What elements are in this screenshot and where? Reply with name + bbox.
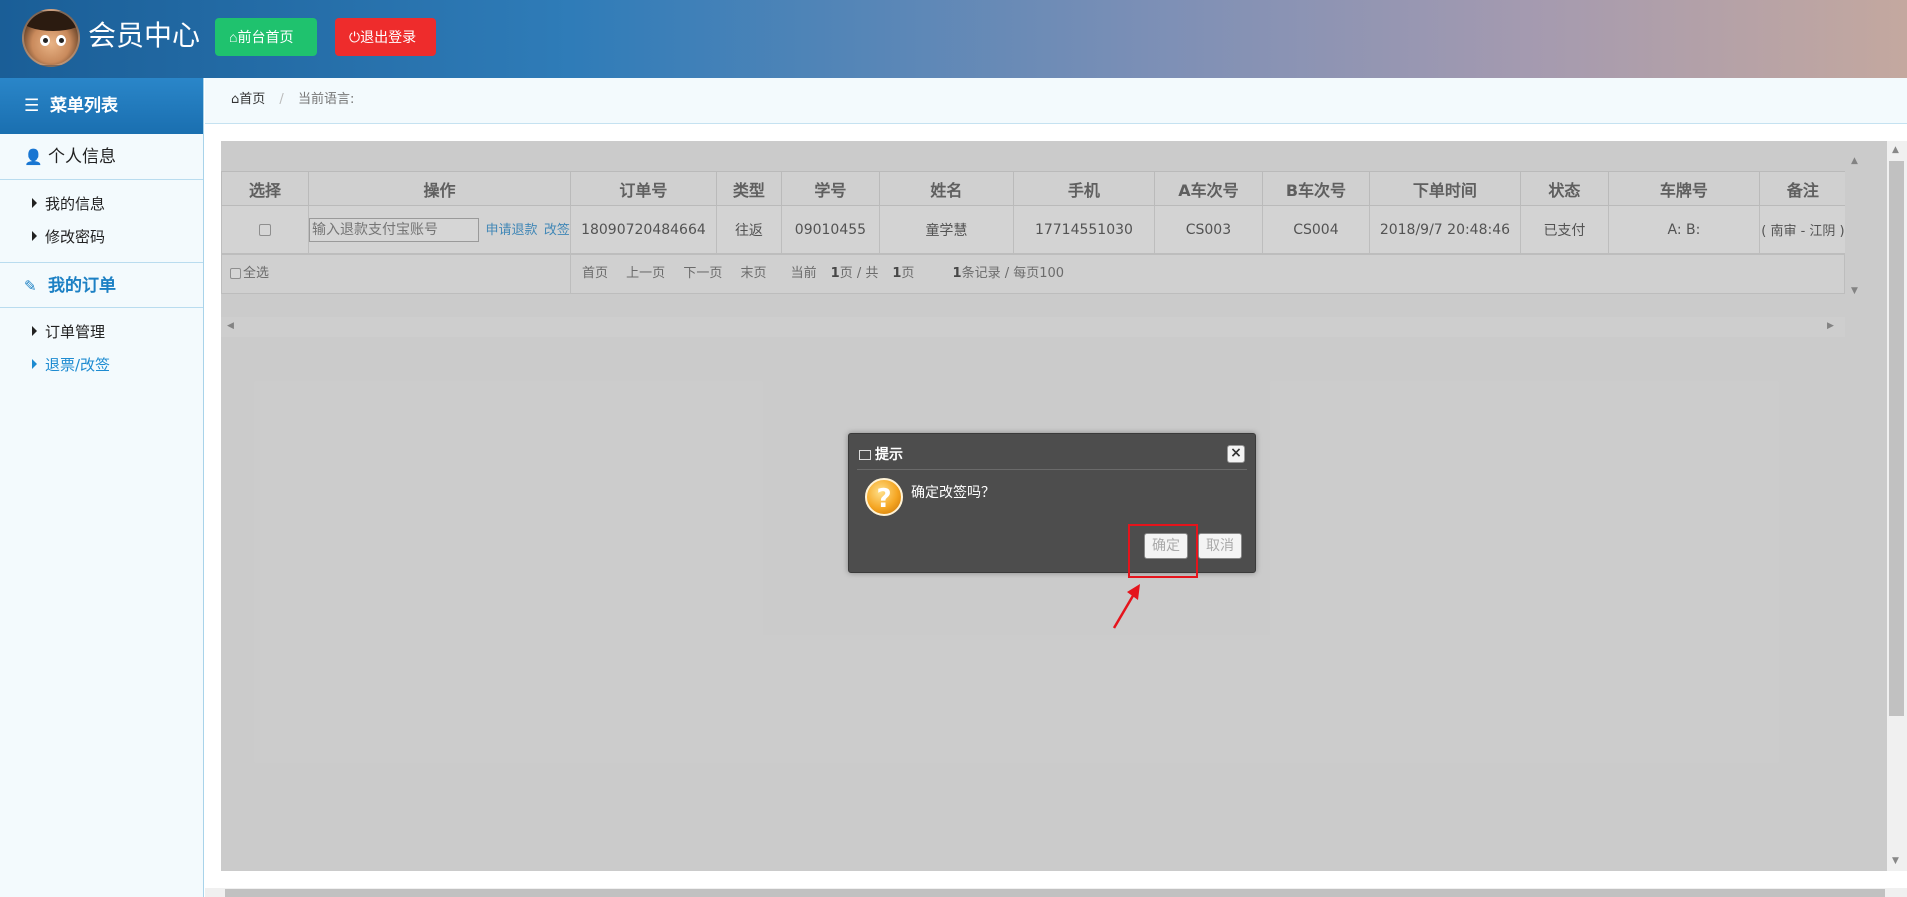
annotation-highlight-box <box>1128 524 1198 578</box>
question-icon: ? <box>865 478 903 516</box>
dialog-close-button[interactable]: × <box>1227 445 1245 463</box>
annotation-arrow-icon <box>1112 584 1140 629</box>
dialog-cancel-button[interactable]: 取消 <box>1198 533 1242 559</box>
dialog-message: 确定改签吗？ <box>911 485 995 501</box>
dialog-title: 提示 <box>859 444 903 464</box>
dialog-divider <box>857 469 1247 470</box>
modal-overlay: 提示 × ? 确定改签吗？ 确定 取消 <box>0 0 1907 897</box>
window-icon <box>859 450 871 460</box>
